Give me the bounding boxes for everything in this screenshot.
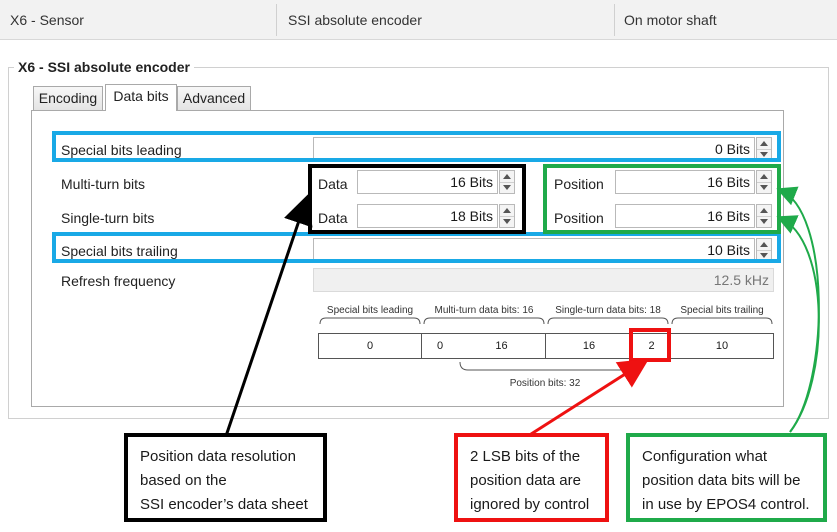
callout-line: Configuration what (642, 448, 768, 465)
callout-line: in use by EPOS4 control. (642, 496, 810, 513)
callout-line: position data are (470, 472, 581, 489)
callout-line: Position data resolution (140, 448, 296, 465)
tab-data-bits[interactable]: Data bits (105, 84, 177, 111)
callout-ignored-bits: 2 LSB bits of the position data are igno… (454, 433, 609, 522)
callout-line: position data bits will be (642, 472, 801, 489)
callout-line: SSI encoder’s data sheet (140, 496, 308, 513)
callout-line: based on the (140, 472, 227, 489)
callout-data-resolution: Position data resolution based on the SS… (124, 433, 327, 522)
callout-line: ignored by control (470, 496, 590, 513)
black-arrow (224, 194, 313, 437)
red-arrow (527, 358, 650, 438)
callout-line: 2 LSB bits of the (470, 448, 581, 465)
callout-configuration: Configuration what position data bits wi… (626, 433, 827, 522)
green-arrow-top (776, 186, 820, 433)
